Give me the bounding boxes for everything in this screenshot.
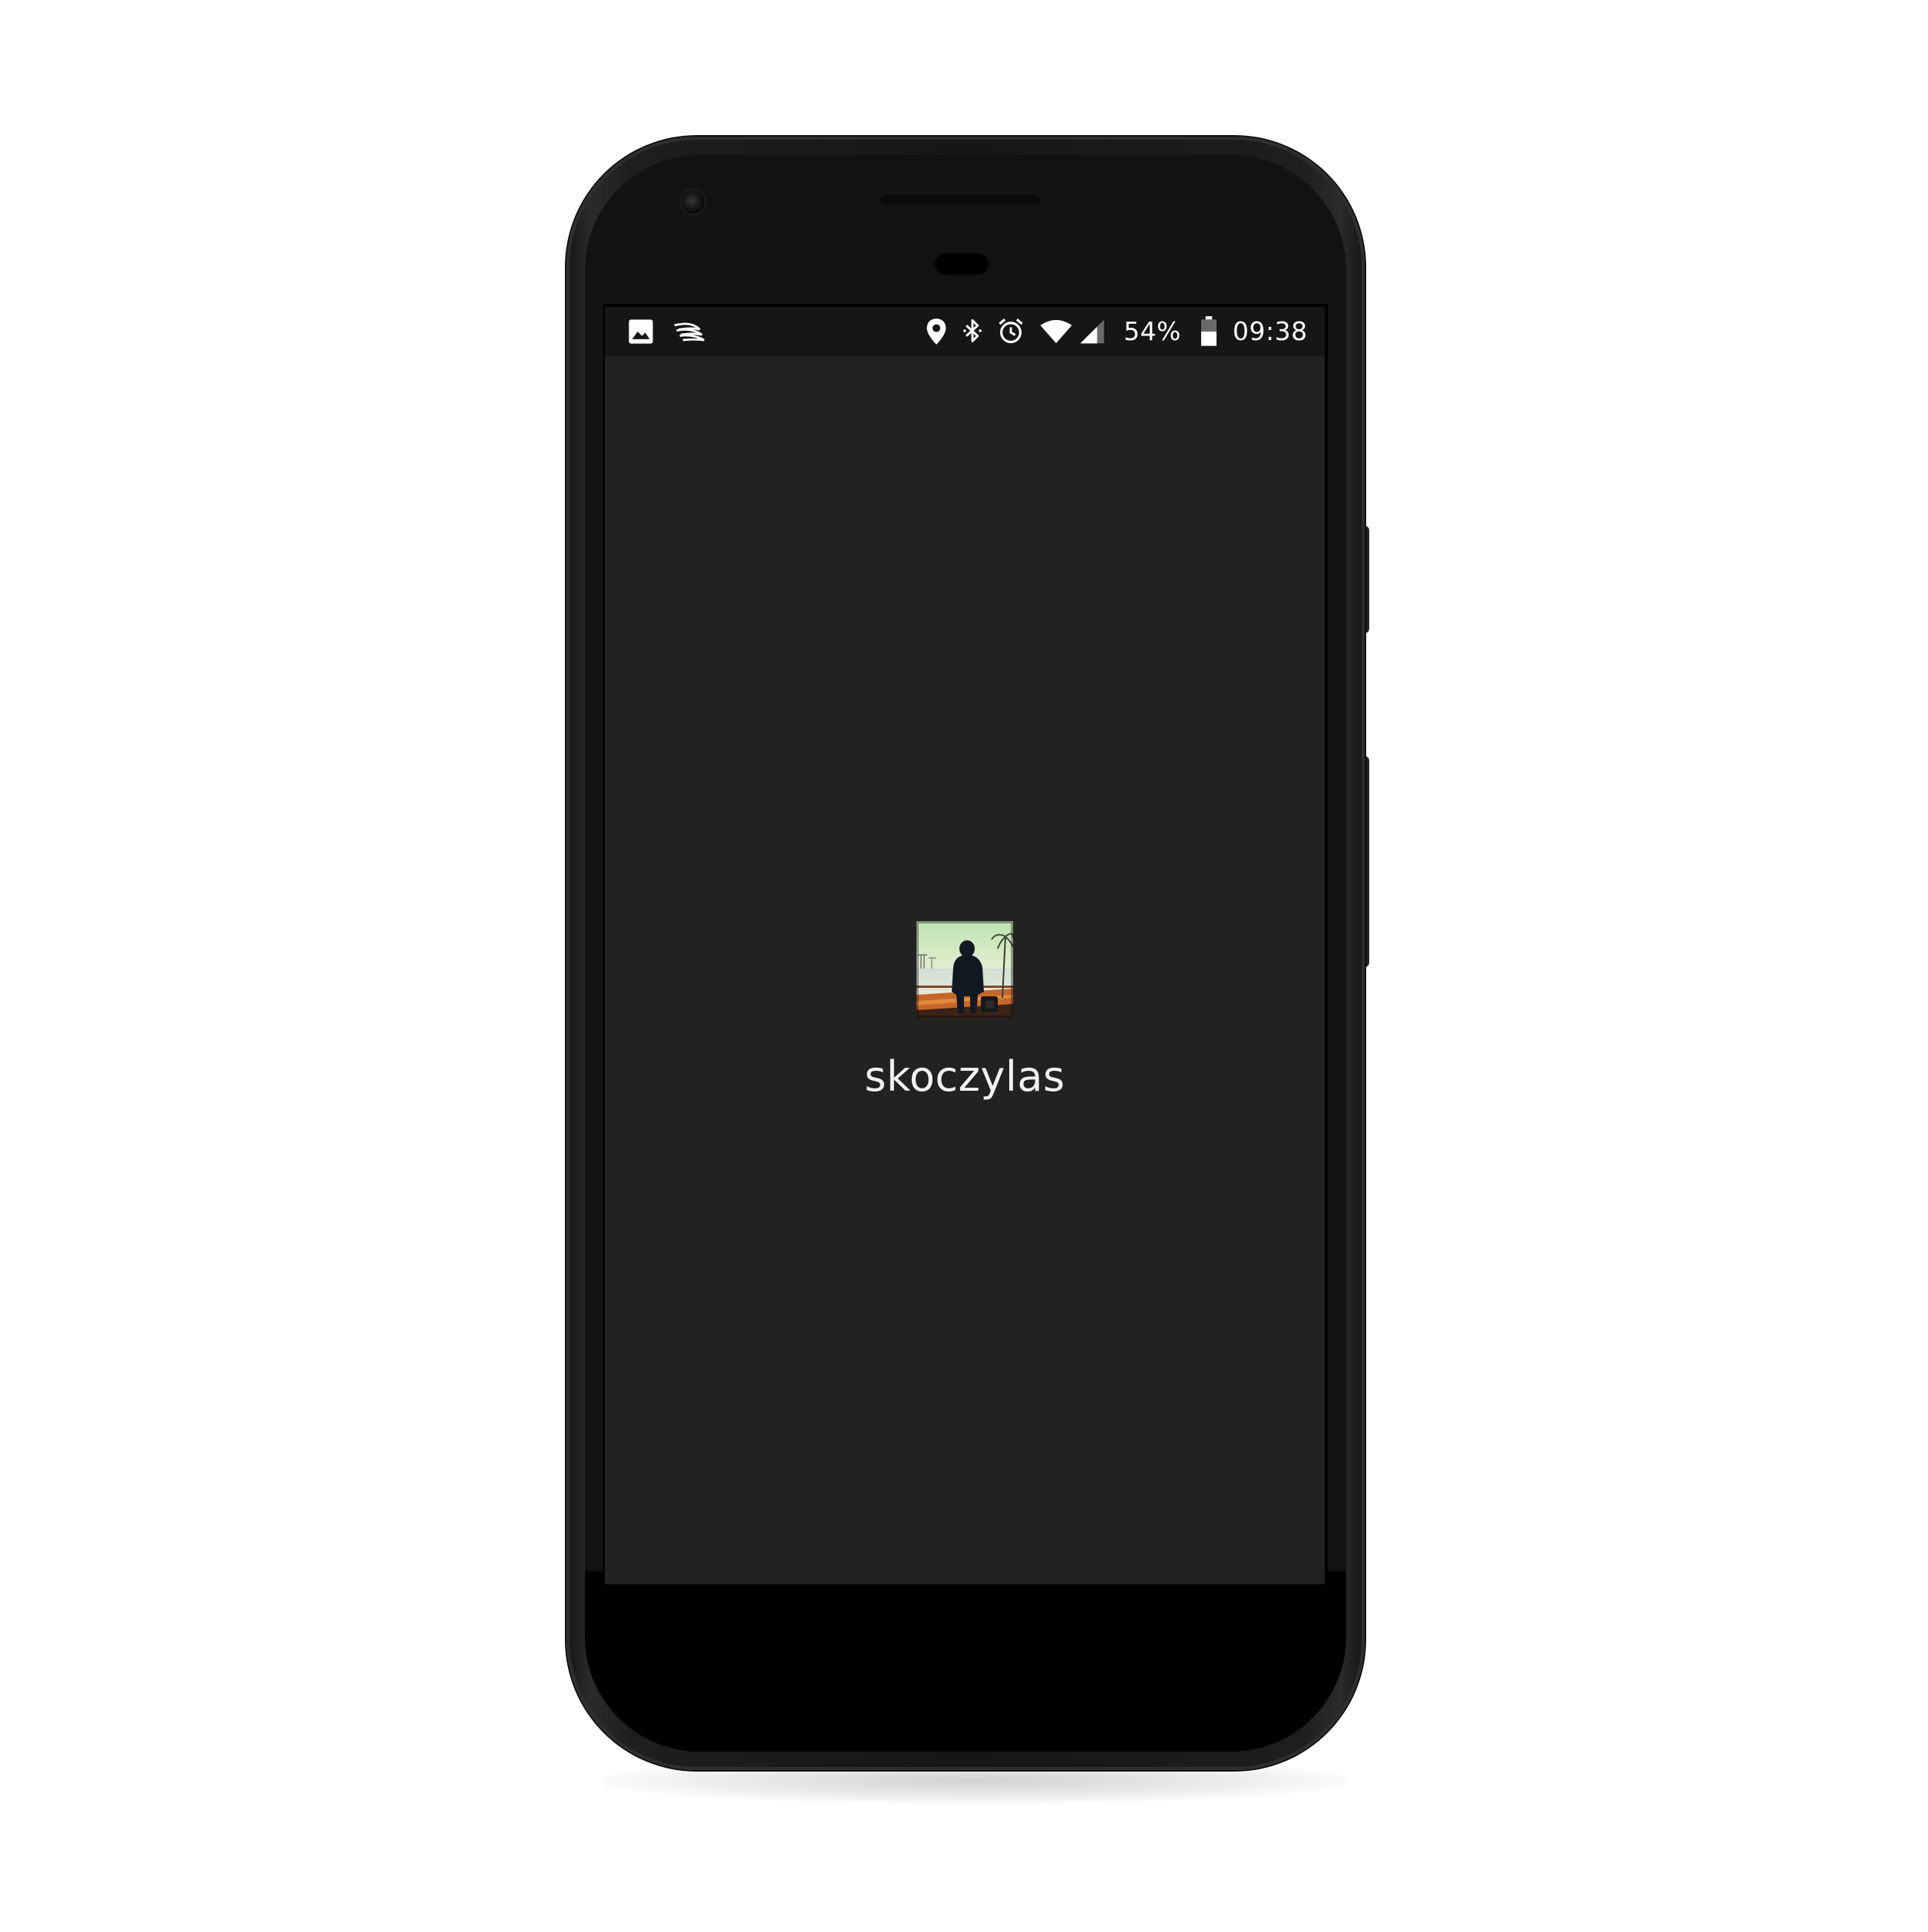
proximity-sensor xyxy=(935,253,989,275)
location-icon xyxy=(926,319,946,345)
phone-chin xyxy=(585,1571,1346,1752)
stage: 54% 09:38 skoczylas xyxy=(0,0,1928,1932)
screen: 54% 09:38 skoczylas xyxy=(603,304,1328,1584)
clock: 09:38 xyxy=(1233,316,1308,346)
phone-frame: 54% 09:38 skoczylas xyxy=(566,137,1365,1770)
battery-icon xyxy=(1201,316,1217,346)
battery-percent: 54% xyxy=(1124,316,1181,346)
wifi-icon xyxy=(1040,319,1072,344)
artist-name: skoczylas xyxy=(864,1052,1065,1101)
album-art-image[interactable] xyxy=(916,921,1013,1018)
cell-signal-icon xyxy=(1080,319,1104,344)
swiftkey-notification-icon xyxy=(674,322,705,342)
bluetooth-icon xyxy=(963,319,982,342)
alarm-icon xyxy=(999,319,1023,344)
image-notification-icon xyxy=(629,319,653,344)
front-camera xyxy=(682,190,705,213)
earpiece-speaker xyxy=(880,193,1041,203)
app-content: skoczylas xyxy=(605,356,1325,1584)
status-bar: 54% 09:38 xyxy=(605,307,1325,356)
